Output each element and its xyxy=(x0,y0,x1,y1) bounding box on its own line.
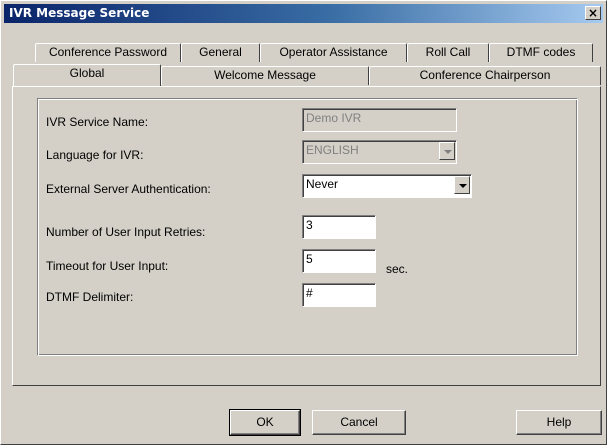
tab-label: Global xyxy=(69,66,105,80)
ok-button[interactable]: OK xyxy=(229,409,301,436)
tab-label: Welcome Message xyxy=(214,68,316,82)
tab-global[interactable]: Global xyxy=(13,64,161,86)
ivr-dialog-window: IVR Message Service × Conference Passwor… xyxy=(0,0,607,445)
tab-label: General xyxy=(199,45,242,59)
tab-welcome-message[interactable]: Welcome Message xyxy=(161,66,369,85)
tab-label: Operator Assistance xyxy=(279,45,388,59)
title-bar[interactable]: IVR Message Service × xyxy=(4,4,603,23)
retries-input[interactable]: 3 xyxy=(302,215,376,239)
tab-dtmf-codes[interactable]: DTMF codes xyxy=(489,43,593,62)
service-name-field: Demo IVR xyxy=(302,108,457,132)
dtmf-delimiter-label: DTMF Delimiter: xyxy=(46,290,134,304)
service-name-label: IVR Service Name: xyxy=(46,115,149,129)
ext-auth-value: Never xyxy=(306,177,339,191)
cancel-button[interactable]: Cancel xyxy=(312,410,406,435)
timeout-unit-label: sec. xyxy=(386,262,409,276)
close-button[interactable]: × xyxy=(585,6,601,20)
retries-label: Number of User Input Retries: xyxy=(46,225,206,239)
language-label: Language for IVR: xyxy=(46,148,144,162)
close-icon: × xyxy=(587,6,599,20)
help-button[interactable]: Help xyxy=(516,410,602,435)
ext-auth-select[interactable]: Never xyxy=(302,174,472,198)
tab-conference-password[interactable]: Conference Password xyxy=(35,43,181,62)
timeout-label: Timeout for User Input: xyxy=(46,259,169,273)
timeout-input[interactable]: 5 xyxy=(302,249,376,273)
ext-auth-label: External Server Authentication: xyxy=(46,182,211,196)
tab-label: Roll Call xyxy=(425,45,471,59)
tab-label: Conference Chairperson xyxy=(419,68,551,82)
tab-conference-chairperson[interactable]: Conference Chairperson xyxy=(369,66,601,85)
tab-label: DTMF codes xyxy=(506,45,576,59)
window-title: IVR Message Service xyxy=(9,6,150,20)
chevron-down-icon[interactable] xyxy=(454,176,470,194)
tab-roll-call[interactable]: Roll Call xyxy=(407,43,489,62)
language-select: ENGLISH xyxy=(302,140,457,164)
tab-label: Conference Password xyxy=(48,45,168,59)
tab-general[interactable]: General xyxy=(181,43,260,62)
language-value: ENGLISH xyxy=(306,143,359,157)
tab-operator-assistance[interactable]: Operator Assistance xyxy=(260,43,407,62)
chevron-down-icon xyxy=(439,142,455,160)
dtmf-delimiter-input[interactable]: # xyxy=(302,283,376,307)
